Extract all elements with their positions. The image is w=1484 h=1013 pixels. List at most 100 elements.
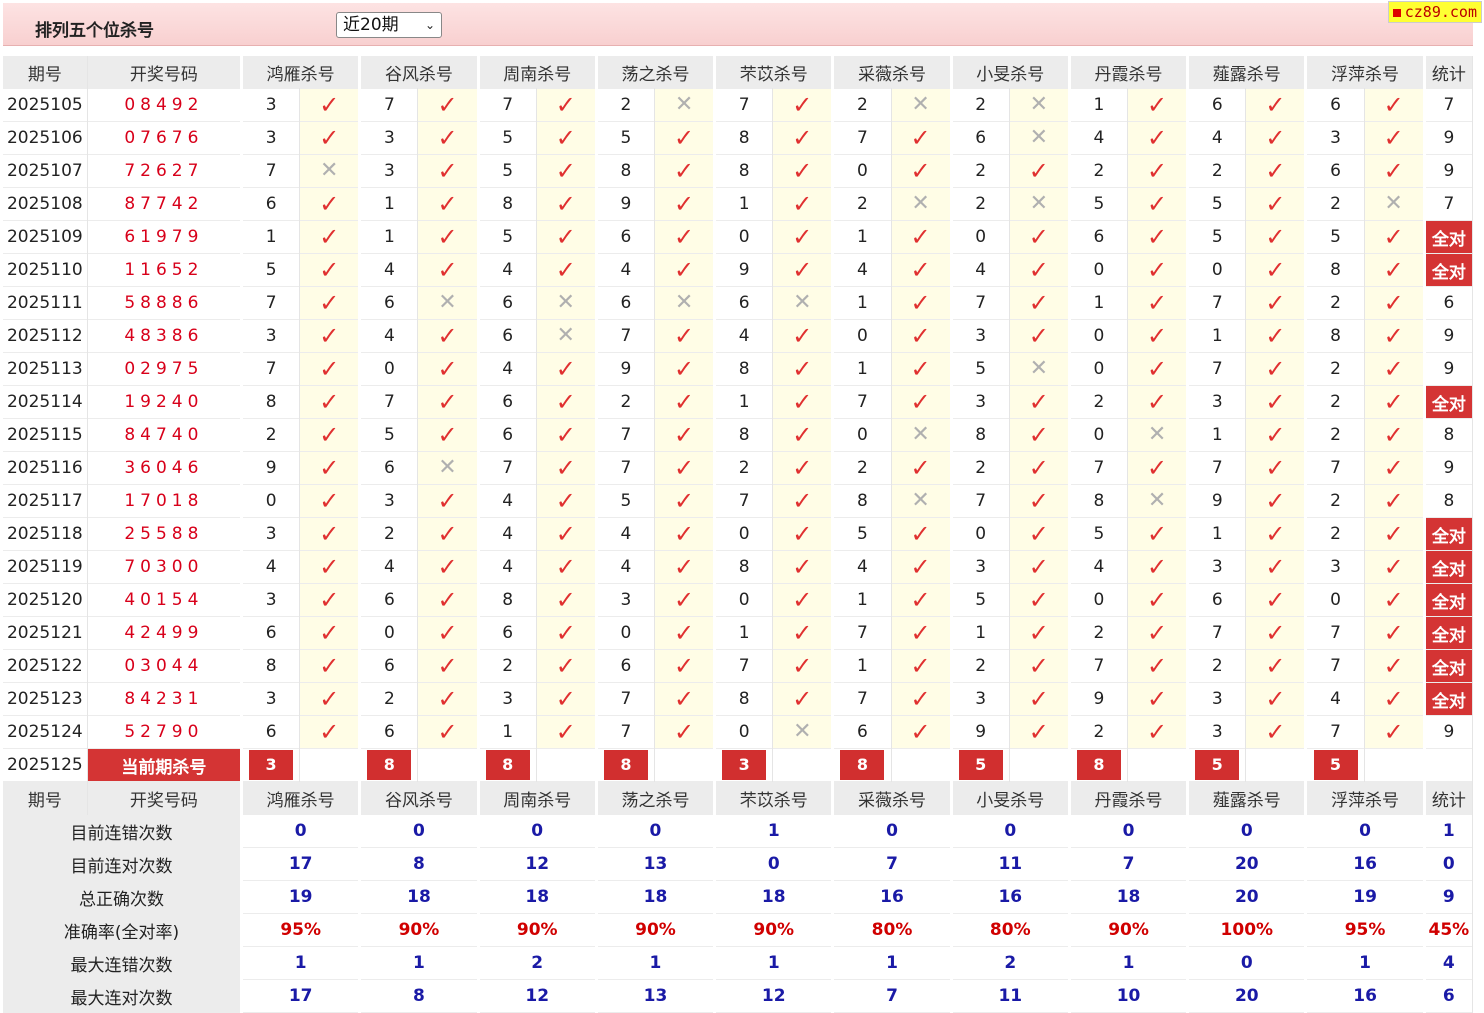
- total-cell: 7: [1422, 88, 1474, 122]
- kill-pick: 0: [1186, 253, 1247, 287]
- kill-pick: 4: [713, 319, 774, 353]
- check-icon: ✓: [1383, 90, 1404, 119]
- hit-mark: ✓: [772, 484, 834, 518]
- hit-mark: ✓: [654, 352, 716, 386]
- kill-pick: 7: [713, 484, 774, 518]
- hit-mark: ✓: [536, 352, 597, 386]
- kill-pick: 6: [594, 220, 655, 254]
- check-icon: ✓: [910, 255, 931, 284]
- stat-value: 18: [594, 880, 716, 914]
- miss-mark: ✕: [654, 88, 716, 122]
- kill-pick: 8: [1067, 484, 1129, 518]
- kill-pick: 4: [476, 517, 537, 551]
- kill-pick: 5: [1186, 220, 1247, 254]
- period-cell: 2025122: [3, 649, 88, 683]
- kill-pick: 1: [831, 220, 892, 254]
- check-icon: ✓: [555, 387, 576, 416]
- check-icon: ✓: [1265, 288, 1286, 317]
- stat-value: 18: [713, 880, 834, 914]
- header-method: 芣苡杀号: [713, 56, 834, 89]
- hit-mark: ✓: [654, 253, 716, 287]
- header-method: 荡之杀号: [594, 56, 716, 89]
- stat-value: 19: [1304, 880, 1425, 914]
- miss-mark: ✕: [1009, 121, 1070, 155]
- stat-value: 12: [476, 979, 597, 1013]
- period-cell: 2025111: [3, 286, 88, 320]
- check-icon: ✓: [673, 486, 695, 515]
- stat-total: 9: [1422, 880, 1474, 914]
- current-pick-cell: 5: [949, 748, 1010, 782]
- empty-cell: [891, 748, 952, 782]
- hit-mark: ✓: [1009, 550, 1070, 584]
- check-icon: ✓: [910, 453, 931, 482]
- empty-cell: [299, 748, 361, 782]
- cross-icon: ✕: [674, 290, 694, 315]
- range-select[interactable]: 近20期 ⌄: [336, 12, 442, 38]
- check-icon: ✓: [1147, 453, 1168, 482]
- draw-number: 40154: [87, 583, 243, 617]
- check-icon: ✓: [555, 189, 576, 218]
- hit-mark: ✓: [417, 550, 479, 584]
- check-icon: ✓: [319, 123, 340, 152]
- draw-number: 58886: [87, 286, 243, 320]
- stat-value: 16: [831, 880, 952, 914]
- check-icon: ✓: [437, 717, 458, 746]
- kill-pick: 1: [358, 220, 419, 254]
- kill-pick: 0: [713, 715, 774, 749]
- empty-cell: [536, 748, 597, 782]
- kill-pick: 7: [1304, 451, 1365, 485]
- check-icon: ✓: [1383, 519, 1404, 548]
- hit-mark: ✓: [536, 715, 597, 749]
- check-icon: ✓: [437, 420, 458, 449]
- kill-pick: 5: [949, 583, 1010, 617]
- table-row: 2025122 03044 8 ✓ 6 ✓ 2 ✓ 6 ✓ 7 ✓ 1 ✓ 2 ✓ 7 ✓ 2 ✓ 7 ✓ 全对: [3, 649, 1474, 683]
- stat-value: 80%: [831, 913, 952, 947]
- check-icon: ✓: [319, 618, 340, 647]
- hit-mark: ✓: [772, 220, 834, 254]
- hit-mark: ✓: [772, 253, 834, 287]
- cross-icon: ✕: [1029, 191, 1049, 216]
- check-icon: ✓: [555, 552, 576, 581]
- kill-pick: 7: [831, 682, 892, 716]
- hit-mark: ✓: [417, 88, 479, 122]
- kill-pick: 5: [240, 253, 301, 287]
- hit-mark: ✓: [1364, 154, 1425, 188]
- period-cell: 2025110: [3, 253, 88, 287]
- check-icon: ✓: [319, 90, 340, 119]
- table-row: 2025107 72627 7 ✕ 3 ✓ 5 ✓ 8 ✓ 8 ✓ 0 ✓ 2 ✓ 2 ✓ 2 ✓ 6 ✓ 9: [3, 154, 1474, 188]
- kill-pick: 3: [476, 682, 537, 716]
- kill-pick: 7: [1304, 616, 1365, 650]
- hit-mark: ✓: [1127, 385, 1189, 419]
- table-row: 2025108 87742 6 ✓ 1 ✓ 8 ✓ 9 ✓ 1 ✓ 2 ✕ 2 ✕ 5 ✓ 5 ✓ 2 ✕ 7: [3, 187, 1474, 221]
- hit-mark: ✓: [1364, 715, 1425, 749]
- kill-pick: 4: [1304, 682, 1365, 716]
- stats-row: 最大连错次数 1 1 2 1 1 1 2 1 0 1 4: [3, 946, 1474, 980]
- kill-pick: 5: [594, 121, 655, 155]
- hit-mark: ✓: [891, 319, 952, 353]
- check-icon: ✓: [673, 189, 695, 218]
- all-correct-badge: 全对: [1422, 517, 1474, 551]
- hit-mark: ✓: [1364, 451, 1425, 485]
- check-icon: ✓: [1383, 123, 1404, 152]
- kill-pick: 1: [713, 616, 774, 650]
- hit-mark: ✓: [654, 484, 716, 518]
- check-icon: ✓: [673, 651, 695, 680]
- header-method: 谷风杀号: [358, 781, 479, 815]
- table-row: 2025109 61979 1 ✓ 1 ✓ 5 ✓ 6 ✓ 0 ✓ 1 ✓ 0 ✓ 6 ✓ 5 ✓ 5 ✓ 全对: [3, 220, 1474, 254]
- kill-pick: 0: [358, 352, 419, 386]
- check-icon: ✓: [555, 453, 576, 482]
- cross-icon: ✕: [556, 323, 575, 348]
- check-icon: ✓: [1147, 585, 1168, 614]
- hit-mark: ✓: [299, 319, 361, 353]
- check-icon: ✓: [437, 618, 458, 647]
- stat-value: 90%: [594, 913, 716, 947]
- hit-mark: ✓: [772, 616, 834, 650]
- current-pick-badge: 3: [249, 750, 294, 780]
- kill-pick: 6: [476, 616, 537, 650]
- kill-pick: 4: [831, 550, 892, 584]
- check-icon: ✓: [673, 618, 695, 647]
- miss-mark: ✕: [772, 286, 834, 320]
- kill-pick: 7: [594, 451, 655, 485]
- kill-pick: 7: [1067, 451, 1129, 485]
- check-icon: ✓: [1265, 717, 1286, 746]
